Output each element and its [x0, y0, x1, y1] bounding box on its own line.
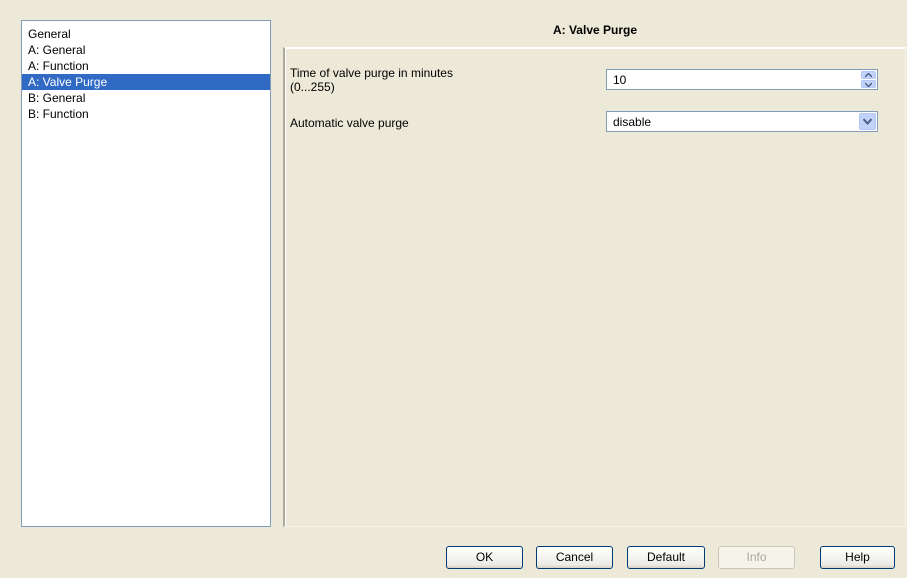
- tree-item-b-function[interactable]: B: Function: [22, 106, 270, 122]
- automatic-valve-purge-dropdown[interactable]: disable: [606, 111, 878, 132]
- automatic-valve-purge-label: Automatic valve purge: [290, 116, 409, 130]
- spin-up-arrow-icon: [865, 73, 872, 78]
- ok-button[interactable]: OK: [446, 546, 523, 569]
- valve-purge-time-label-line2: (0...255): [290, 80, 335, 94]
- spin-down-arrow-icon: [865, 82, 872, 87]
- valve-purge-time-label-line1: Time of valve purge in minutes: [290, 66, 453, 80]
- spinner-buttons: [861, 71, 876, 88]
- tree-item-a-general[interactable]: A: General: [22, 42, 270, 58]
- tree-item-b-general[interactable]: B: General: [22, 90, 270, 106]
- valve-purge-time-value: 10: [613, 73, 627, 87]
- valve-purge-time-label: Time of valve purge in minutes (0...255): [290, 66, 453, 94]
- automatic-valve-purge-value: disable: [613, 115, 652, 129]
- panel-title: A: Valve Purge: [552, 23, 638, 37]
- tree-item-a-function[interactable]: A: Function: [22, 58, 270, 74]
- tree-item-general[interactable]: General: [22, 26, 270, 42]
- info-button: Info: [718, 546, 795, 569]
- help-button[interactable]: Help: [820, 546, 895, 569]
- spin-up-button[interactable]: [861, 71, 876, 79]
- chevron-down-icon: [863, 118, 872, 125]
- parameter-tree[interactable]: General A: General A: Function A: Valve …: [21, 20, 271, 527]
- cancel-button[interactable]: Cancel: [536, 546, 613, 569]
- valve-purge-time-spinner[interactable]: 10: [606, 69, 878, 90]
- spin-down-button[interactable]: [861, 80, 876, 88]
- default-button[interactable]: Default: [627, 546, 705, 569]
- dropdown-button[interactable]: [859, 113, 876, 130]
- tree-item-a-valve-purge[interactable]: A: Valve Purge: [22, 74, 270, 90]
